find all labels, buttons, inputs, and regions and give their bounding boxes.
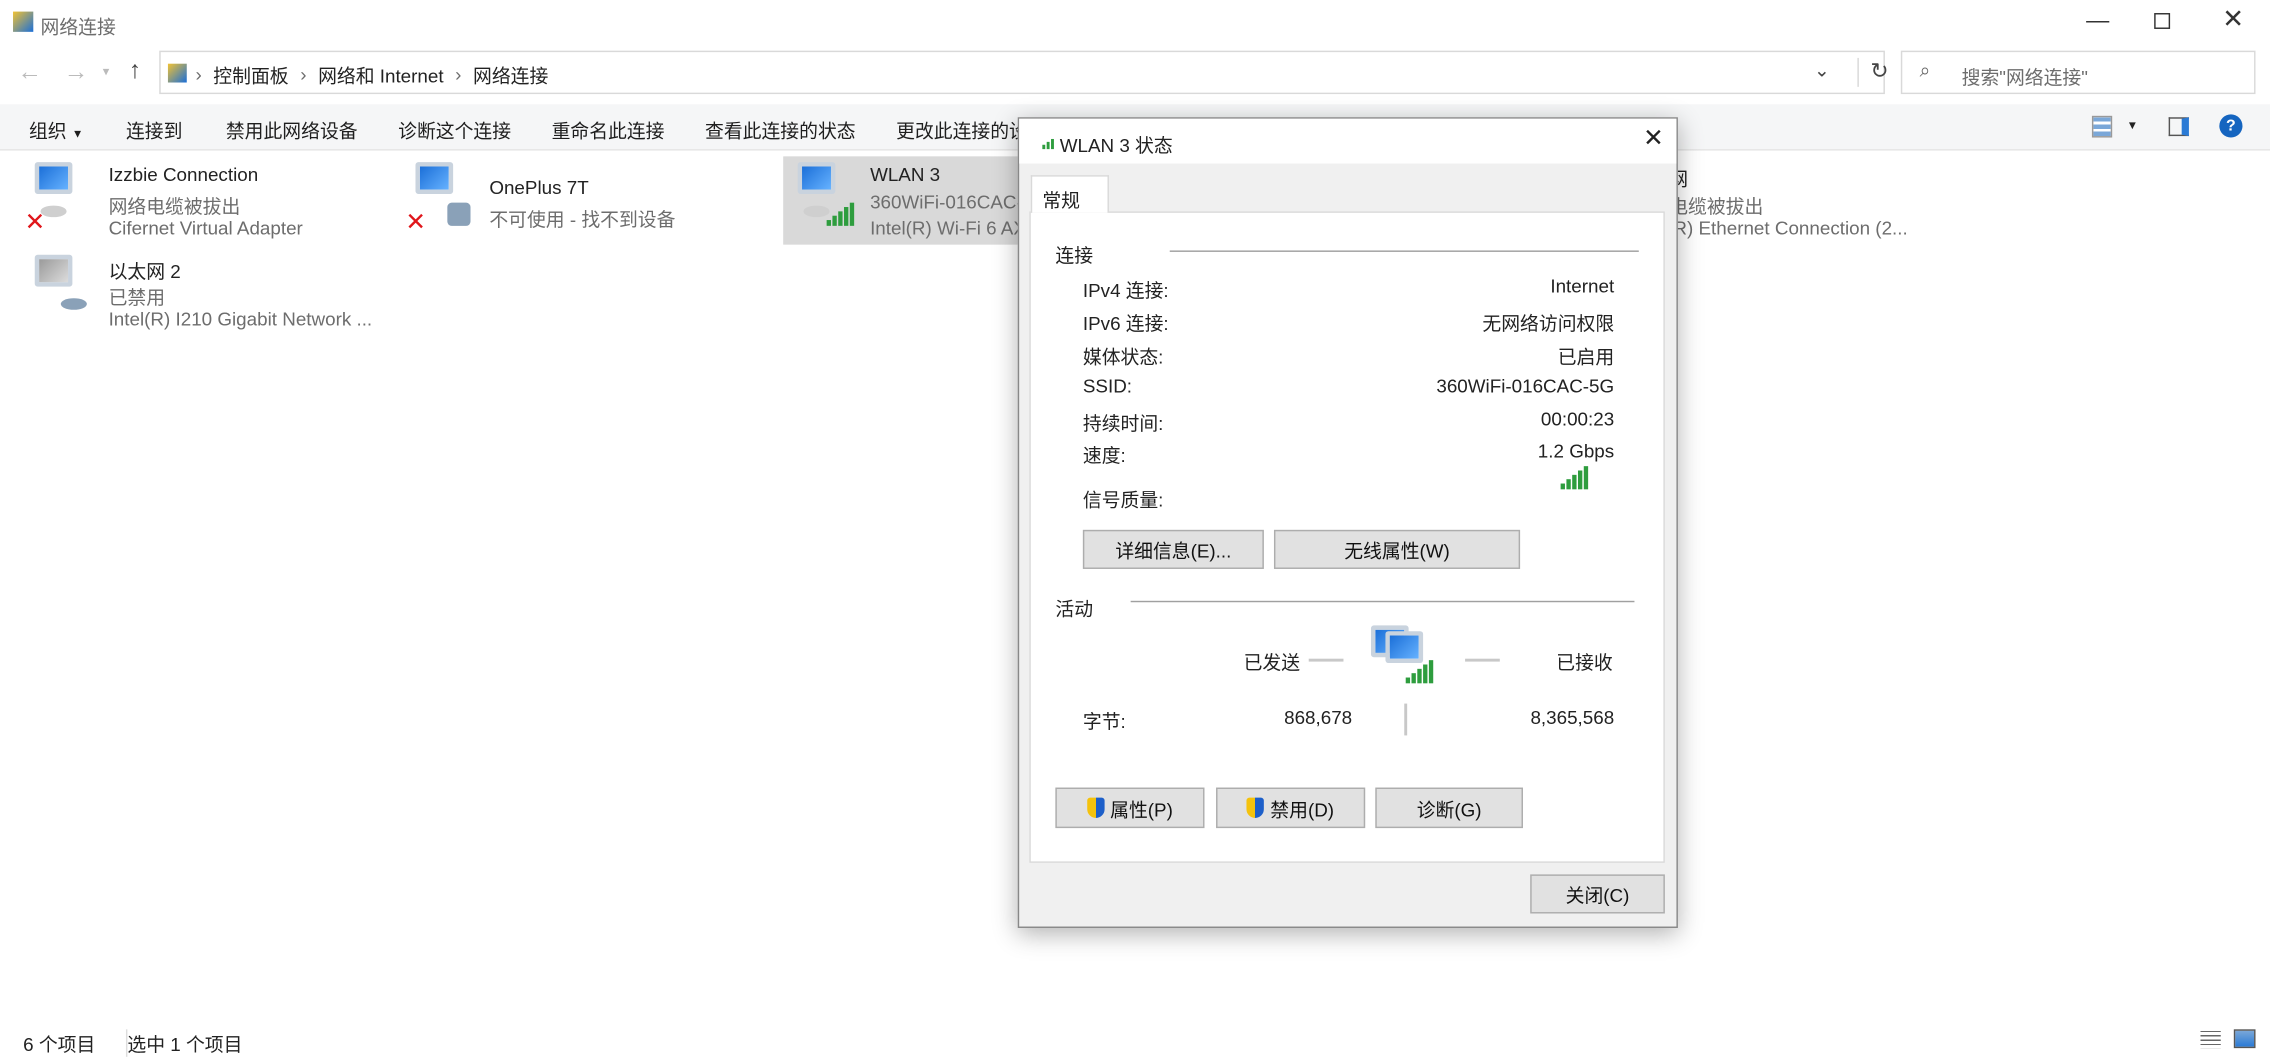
bytes-label: 字节: bbox=[1083, 706, 1126, 734]
dialog-title: WLAN 3 状态 bbox=[1060, 130, 1173, 158]
signal-quality-bars-icon bbox=[1561, 466, 1589, 489]
breadcrumb-control-panel[interactable]: 控制面板 bbox=[213, 61, 288, 89]
item-count: 6 个项目 bbox=[23, 1029, 95, 1057]
signal-bars-icon bbox=[827, 203, 855, 226]
item-status: 360WiFi-016CAC-5G bbox=[870, 191, 1029, 213]
app-icon bbox=[13, 12, 33, 32]
item-name: WLAN 3 bbox=[870, 164, 940, 186]
row-ssid-value: 360WiFi-016CAC-5G bbox=[1436, 375, 1614, 397]
organize-menu[interactable]: 组织 ▼ bbox=[29, 116, 83, 144]
forward-button[interactable]: → bbox=[64, 58, 89, 87]
disable-label: 禁用(D) bbox=[1270, 794, 1334, 822]
item-adapter: Cifernet Virtual Adapter bbox=[109, 217, 303, 239]
signal-quality-label: 信号质量: bbox=[1083, 485, 1164, 513]
row-ipv6-label: IPv6 连接: bbox=[1083, 308, 1169, 336]
bytes-divider bbox=[1404, 704, 1407, 736]
details-button[interactable]: 详细信息(E)... bbox=[1083, 530, 1264, 569]
item-status: 已禁用 bbox=[109, 282, 165, 310]
group-divider bbox=[1131, 601, 1635, 602]
help-icon[interactable]: ? bbox=[2219, 114, 2242, 137]
item-name: OnePlus 7T bbox=[489, 177, 588, 199]
search-icon: ⌕ bbox=[1920, 59, 1931, 82]
row-media-value: 已启用 bbox=[1558, 342, 1614, 370]
row-speed-value: 1.2 Gbps bbox=[1538, 440, 1614, 462]
breadcrumb-separator-icon: › bbox=[195, 64, 201, 86]
group-divider bbox=[1170, 250, 1639, 251]
diagnose-connection-button[interactable]: 诊断这个连接 bbox=[398, 116, 511, 144]
selected-count: 选中 1 个项目 bbox=[126, 1029, 242, 1057]
connection-item-oneplus[interactable]: ✕ OnePlus 7T 不可使用 - 找不到设备 bbox=[401, 156, 763, 243]
received-label: 已接收 bbox=[1556, 647, 1612, 675]
disconnected-x-icon: ✕ bbox=[25, 208, 46, 237]
properties-label: 属性(P) bbox=[1110, 794, 1173, 822]
item-status: 网络电缆被拔出 bbox=[109, 191, 241, 219]
search-placeholder: 搜索"网络连接" bbox=[1962, 62, 2088, 90]
search-input[interactable]: ⌕ 搜索"网络连接" bbox=[1901, 51, 2256, 94]
refresh-button[interactable]: ↻ bbox=[1857, 58, 1888, 87]
disable-device-button[interactable]: 禁用此网络设备 bbox=[226, 116, 358, 144]
view-options-icon[interactable] bbox=[2092, 116, 2112, 138]
row-ipv4-label: IPv4 连接: bbox=[1083, 275, 1169, 303]
details-view-icon[interactable] bbox=[2201, 1031, 2221, 1048]
uac-shield-icon bbox=[1087, 798, 1104, 818]
back-button[interactable]: ← bbox=[17, 58, 42, 87]
signal-title-icon bbox=[1042, 139, 1054, 149]
properties-button[interactable]: 属性(P) bbox=[1055, 788, 1204, 829]
recent-chevron-icon[interactable]: ▾ bbox=[103, 64, 110, 80]
row-ipv6-value: 无网络访问权限 bbox=[1482, 308, 1614, 336]
row-speed-label: 速度: bbox=[1083, 440, 1126, 468]
row-ssid-label: SSID: bbox=[1083, 375, 1132, 397]
uac-shield-icon bbox=[1247, 798, 1264, 818]
view-options-chevron-icon[interactable]: ▼ bbox=[2127, 119, 2138, 132]
bytes-sent: 868,678 bbox=[1284, 706, 1352, 728]
address-bar[interactable]: › 控制面板 › 网络和 Internet › 网络连接 ⌄ ↻ bbox=[159, 51, 1885, 94]
connection-item-wlan3[interactable]: WLAN 3 360WiFi-016CAC-5G Intel(R) Wi-Fi … bbox=[783, 156, 1029, 244]
window-title: 网络连接 bbox=[41, 12, 116, 40]
tab-general[interactable]: 常规 bbox=[1031, 175, 1109, 213]
up-button[interactable]: ↑ bbox=[129, 56, 141, 85]
diagnose-button[interactable]: 诊断(G) bbox=[1375, 788, 1523, 829]
row-media-label: 媒体状态: bbox=[1083, 342, 1164, 370]
close-dialog-button[interactable]: 关闭(C) bbox=[1530, 874, 1665, 913]
breadcrumb-separator-icon: › bbox=[455, 64, 461, 86]
connect-to-button[interactable]: 连接到 bbox=[126, 116, 182, 144]
wireless-properties-button[interactable]: 无线属性(W) bbox=[1274, 530, 1520, 569]
preview-pane-icon[interactable] bbox=[2169, 117, 2189, 136]
sent-label: 已发送 bbox=[1244, 647, 1300, 675]
bytes-received: 8,365,568 bbox=[1530, 706, 1614, 728]
minimize-button[interactable]: — bbox=[2086, 9, 2109, 35]
activity-computer-icon bbox=[1368, 623, 1440, 688]
received-line bbox=[1465, 659, 1500, 662]
rename-connection-button[interactable]: 重命名此连接 bbox=[552, 116, 665, 144]
breadcrumb-network-connections[interactable]: 网络连接 bbox=[473, 61, 548, 89]
dialog-close-icon[interactable]: ✕ bbox=[1643, 125, 1664, 154]
breadcrumb: › 控制面板 › 网络和 Internet › 网络连接 bbox=[195, 61, 548, 89]
row-duration-label: 持续时间: bbox=[1083, 408, 1164, 436]
ethernet-disabled-icon bbox=[26, 255, 90, 327]
disconnected-x-icon: ✕ bbox=[405, 208, 426, 237]
maximize-button[interactable] bbox=[2154, 13, 2170, 29]
item-adapter: Intel(R) Wi-Fi 6 AX200 160MHz bbox=[870, 217, 1029, 239]
item-status: 不可使用 - 找不到设备 bbox=[489, 204, 675, 232]
row-duration-value: 00:00:23 bbox=[1541, 408, 1614, 430]
item-name: Izzbie Connection bbox=[109, 164, 259, 186]
chevron-down-icon: ▼ bbox=[72, 127, 83, 140]
address-dropdown-chevron-icon[interactable]: ⌄ bbox=[1814, 59, 1830, 82]
row-ipv4-value: Internet bbox=[1550, 275, 1614, 297]
control-panel-icon bbox=[168, 64, 187, 83]
organize-label: 组织 bbox=[29, 120, 67, 142]
item-name: 以太网 2 bbox=[109, 256, 181, 284]
close-window-button[interactable]: ✕ bbox=[2222, 4, 2244, 34]
disable-button[interactable]: 禁用(D) bbox=[1216, 788, 1365, 829]
activity-group-label: 活动 bbox=[1055, 594, 1093, 622]
connection-item-ethernet2[interactable]: 以太网 2 已禁用 Intel(R) I210 Gigabit Network … bbox=[20, 249, 382, 336]
item-adapter: Intel(R) I210 Gigabit Network ... bbox=[109, 308, 373, 330]
view-status-button[interactable]: 查看此连接的状态 bbox=[705, 116, 856, 144]
large-icons-view-icon[interactable] bbox=[2234, 1029, 2256, 1048]
connection-group-label: 连接 bbox=[1055, 240, 1093, 268]
breadcrumb-network-internet[interactable]: 网络和 Internet bbox=[318, 61, 444, 89]
connection-item-izzbie[interactable]: ✕ Izzbie Connection 网络电缆被拔出 Cifernet Vir… bbox=[20, 156, 382, 243]
sent-line bbox=[1309, 659, 1344, 662]
breadcrumb-separator-icon: › bbox=[300, 64, 306, 86]
